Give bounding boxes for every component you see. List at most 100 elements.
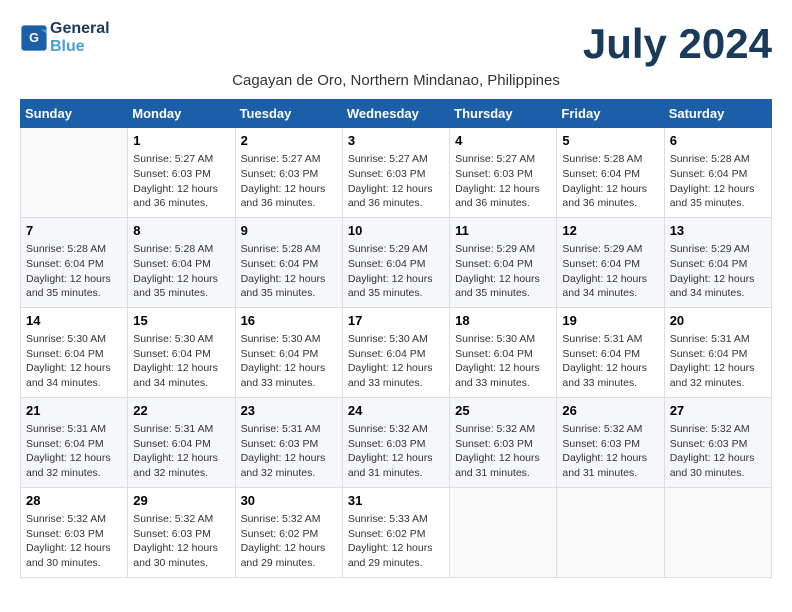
day-info: Sunrise: 5:30 AM Sunset: 6:04 PM Dayligh… [348, 332, 444, 391]
day-info: Sunrise: 5:28 AM Sunset: 6:04 PM Dayligh… [562, 152, 658, 211]
day-number: 9 [241, 222, 337, 240]
logo-text: General Blue [50, 20, 110, 56]
header-friday: Friday [557, 100, 664, 128]
calendar-cell: 22 Sunrise: 5:31 AM Sunset: 6:04 PM Dayli… [128, 397, 235, 487]
logo-line2: Blue [50, 38, 110, 56]
day-info: Sunrise: 5:27 AM Sunset: 6:03 PM Dayligh… [455, 152, 551, 211]
calendar-cell: 8 Sunrise: 5:28 AM Sunset: 6:04 PM Daylig… [128, 217, 235, 307]
day-info: Sunrise: 5:28 AM Sunset: 6:04 PM Dayligh… [670, 152, 766, 211]
day-number: 17 [348, 312, 444, 330]
logo: G General Blue [20, 20, 110, 56]
day-number: 13 [670, 222, 766, 240]
day-info: Sunrise: 5:31 AM Sunset: 6:04 PM Dayligh… [670, 332, 766, 391]
day-info: Sunrise: 5:27 AM Sunset: 6:03 PM Dayligh… [133, 152, 229, 211]
calendar-week-2: 7 Sunrise: 5:28 AM Sunset: 6:04 PM Daylig… [21, 217, 772, 307]
day-info: Sunrise: 5:33 AM Sunset: 6:02 PM Dayligh… [348, 512, 444, 571]
day-number: 20 [670, 312, 766, 330]
day-info: Sunrise: 5:32 AM Sunset: 6:03 PM Dayligh… [670, 422, 766, 481]
day-number: 24 [348, 402, 444, 420]
day-number: 7 [26, 222, 122, 240]
calendar-cell: 7 Sunrise: 5:28 AM Sunset: 6:04 PM Daylig… [21, 217, 128, 307]
calendar-cell: 19 Sunrise: 5:31 AM Sunset: 6:04 PM Dayli… [557, 307, 664, 397]
calendar-cell [664, 487, 771, 577]
calendar-week-4: 21 Sunrise: 5:31 AM Sunset: 6:04 PM Dayli… [21, 397, 772, 487]
day-number: 19 [562, 312, 658, 330]
day-info: Sunrise: 5:30 AM Sunset: 6:04 PM Dayligh… [241, 332, 337, 391]
logo-icon: G [20, 24, 48, 52]
day-number: 25 [455, 402, 551, 420]
day-info: Sunrise: 5:32 AM Sunset: 6:03 PM Dayligh… [348, 422, 444, 481]
calendar-cell [21, 128, 128, 218]
day-info: Sunrise: 5:30 AM Sunset: 6:04 PM Dayligh… [455, 332, 551, 391]
day-info: Sunrise: 5:28 AM Sunset: 6:04 PM Dayligh… [133, 242, 229, 301]
day-info: Sunrise: 5:28 AM Sunset: 6:04 PM Dayligh… [26, 242, 122, 301]
day-number: 18 [455, 312, 551, 330]
page-header: G General Blue July 2024 [20, 20, 772, 68]
calendar-cell: 10 Sunrise: 5:29 AM Sunset: 6:04 PM Dayli… [342, 217, 449, 307]
day-number: 31 [348, 492, 444, 510]
calendar-cell: 16 Sunrise: 5:30 AM Sunset: 6:04 PM Dayli… [235, 307, 342, 397]
calendar-table: SundayMondayTuesdayWednesdayThursdayFrid… [20, 99, 772, 578]
calendar-cell: 21Sunrise: 5:31 AM Sunset: 6:04 PM Dayli… [21, 397, 128, 487]
calendar-cell: 13 Sunrise: 5:29 AM Sunset: 6:04 PM Dayli… [664, 217, 771, 307]
calendar-cell: 18 Sunrise: 5:30 AM Sunset: 6:04 PM Dayli… [450, 307, 557, 397]
day-number: 27 [670, 402, 766, 420]
day-number: 14 [26, 312, 122, 330]
calendar-cell: 23 Sunrise: 5:31 AM Sunset: 6:03 PM Dayli… [235, 397, 342, 487]
header-saturday: Saturday [664, 100, 771, 128]
month-title: July 2024 [583, 20, 772, 68]
day-number: 10 [348, 222, 444, 240]
day-info: Sunrise: 5:31 AM Sunset: 6:03 PM Dayligh… [241, 422, 337, 481]
day-info: Sunrise: 5:29 AM Sunset: 6:04 PM Dayligh… [670, 242, 766, 301]
calendar-cell: 3 Sunrise: 5:27 AM Sunset: 6:03 PM Daylig… [342, 128, 449, 218]
day-number: 23 [241, 402, 337, 420]
calendar-week-3: 14 Sunrise: 5:30 AM Sunset: 6:04 PM Dayli… [21, 307, 772, 397]
calendar-cell: 4 Sunrise: 5:27 AM Sunset: 6:03 PM Daylig… [450, 128, 557, 218]
day-number: 8 [133, 222, 229, 240]
day-info: Sunrise: 5:32 AM Sunset: 6:02 PM Dayligh… [241, 512, 337, 571]
day-info: Sunrise: 5:28 AM Sunset: 6:04 PM Dayligh… [241, 242, 337, 301]
calendar-cell: 26 Sunrise: 5:32 AM Sunset: 6:03 PM Dayli… [557, 397, 664, 487]
day-info: Sunrise: 5:30 AM Sunset: 6:04 PM Dayligh… [26, 332, 122, 391]
header-monday: Monday [128, 100, 235, 128]
day-info: Sunrise: 5:32 AM Sunset: 6:03 PM Dayligh… [562, 422, 658, 481]
day-number: 11 [455, 222, 551, 240]
day-number: 22 [133, 402, 229, 420]
day-number: 30 [241, 492, 337, 510]
calendar-cell: 24 Sunrise: 5:32 AM Sunset: 6:03 PM Dayli… [342, 397, 449, 487]
day-number: 12 [562, 222, 658, 240]
day-info: Sunrise: 5:31 AM Sunset: 6:04 PM Dayligh… [562, 332, 658, 391]
calendar-cell: 6 Sunrise: 5:28 AM Sunset: 6:04 PM Daylig… [664, 128, 771, 218]
day-number: 5 [562, 132, 658, 150]
day-info: Sunrise: 5:29 AM Sunset: 6:04 PM Dayligh… [562, 242, 658, 301]
day-info: Sunrise: 5:30 AM Sunset: 6:04 PM Dayligh… [133, 332, 229, 391]
calendar-cell: 5 Sunrise: 5:28 AM Sunset: 6:04 PM Daylig… [557, 128, 664, 218]
day-info: Sunrise: 5:27 AM Sunset: 6:03 PM Dayligh… [348, 152, 444, 211]
day-info: Sunrise: 5:32 AM Sunset: 6:03 PM Dayligh… [26, 512, 122, 571]
calendar-cell: 9 Sunrise: 5:28 AM Sunset: 6:04 PM Daylig… [235, 217, 342, 307]
day-number: 26 [562, 402, 658, 420]
day-number: 28 [26, 492, 122, 510]
calendar-cell: 15Sunrise: 5:30 AM Sunset: 6:04 PM Dayli… [128, 307, 235, 397]
subtitle: Cagayan de Oro, Northern Mindanao, Phili… [20, 72, 772, 89]
day-info: Sunrise: 5:29 AM Sunset: 6:04 PM Dayligh… [348, 242, 444, 301]
day-number: 6 [670, 132, 766, 150]
calendar-cell: 12 Sunrise: 5:29 AM Sunset: 6:04 PM Dayli… [557, 217, 664, 307]
calendar-cell: 2Sunrise: 5:27 AM Sunset: 6:03 PM Daylig… [235, 128, 342, 218]
calendar-cell: 29Sunrise: 5:32 AM Sunset: 6:03 PM Dayli… [128, 487, 235, 577]
day-info: Sunrise: 5:32 AM Sunset: 6:03 PM Dayligh… [455, 422, 551, 481]
day-info: Sunrise: 5:32 AM Sunset: 6:03 PM Dayligh… [133, 512, 229, 571]
day-number: 4 [455, 132, 551, 150]
day-info: Sunrise: 5:29 AM Sunset: 6:04 PM Dayligh… [455, 242, 551, 301]
calendar-cell [557, 487, 664, 577]
day-info: Sunrise: 5:31 AM Sunset: 6:04 PM Dayligh… [133, 422, 229, 481]
day-number: 16 [241, 312, 337, 330]
calendar-cell: 11 Sunrise: 5:29 AM Sunset: 6:04 PM Dayli… [450, 217, 557, 307]
day-number: 21 [26, 402, 122, 420]
calendar-cell: 30 Sunrise: 5:32 AM Sunset: 6:02 PM Dayli… [235, 487, 342, 577]
calendar-week-1: 1Sunrise: 5:27 AM Sunset: 6:03 PM Daylig… [21, 128, 772, 218]
calendar-cell: 17 Sunrise: 5:30 AM Sunset: 6:04 PM Dayli… [342, 307, 449, 397]
day-number: 3 [348, 132, 444, 150]
header-wednesday: Wednesday [342, 100, 449, 128]
svg-text:G: G [29, 31, 39, 45]
